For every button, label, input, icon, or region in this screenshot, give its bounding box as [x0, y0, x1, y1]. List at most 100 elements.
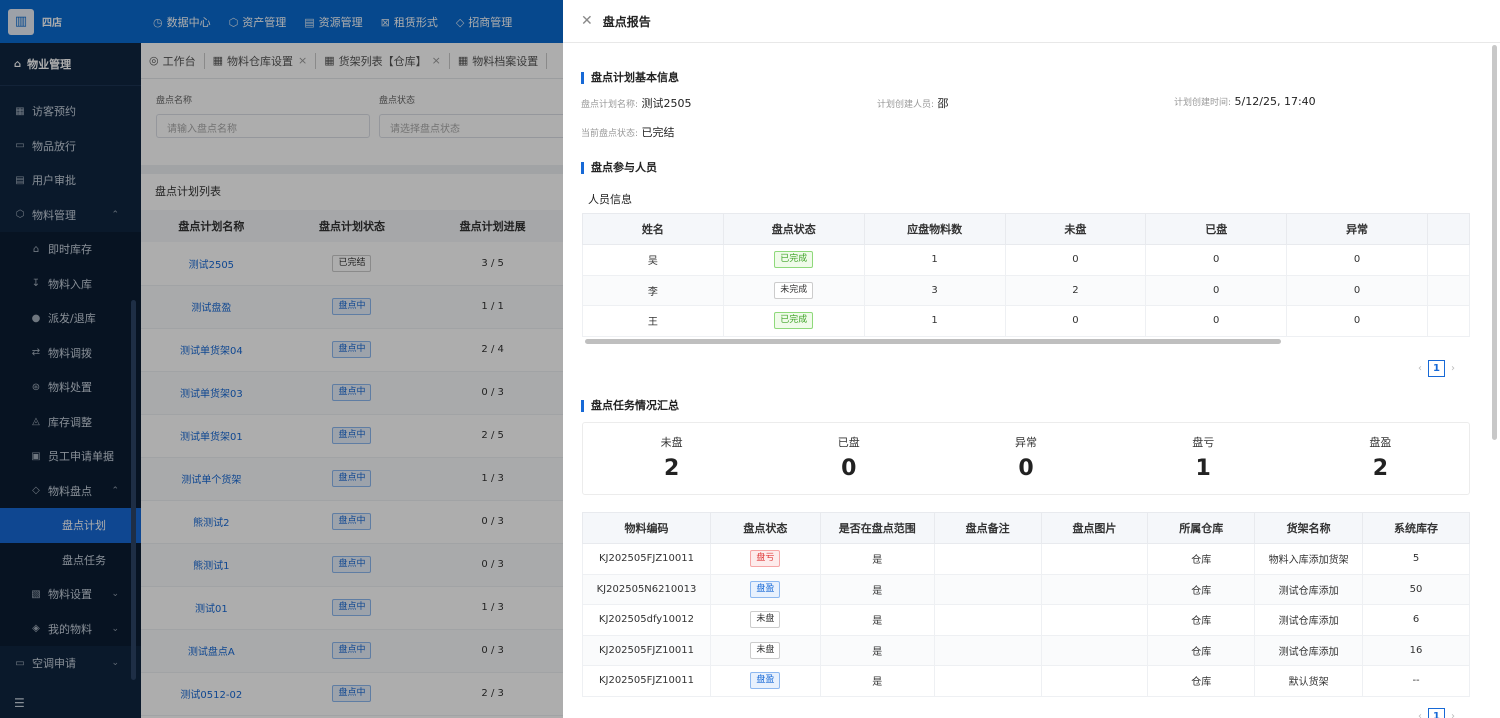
table-row: KJ202505FJZ10011 盘亏 是 仓库 物料入库添加货架 5: [582, 543, 1470, 575]
plan-name-field: 盘点计划名称: 测试2505: [581, 97, 692, 110]
column-header: 应盘物料数: [863, 213, 1006, 245]
name-cell: 吴: [582, 244, 724, 276]
summary-cell: 异常 0: [937, 423, 1114, 494]
summary-cell: 已盘 0: [760, 423, 937, 494]
next-page-icon[interactable]: ›: [1451, 711, 1455, 718]
overflow-cell: [1426, 305, 1471, 337]
prev-page-icon[interactable]: ‹: [1418, 711, 1422, 718]
shelf-cell: 默认货架: [1254, 665, 1364, 697]
warehouse-cell: 仓库: [1147, 634, 1256, 666]
section-basic-info: 盘点计划基本信息: [581, 72, 679, 84]
pending-cell: 0: [1004, 305, 1147, 337]
status-badge: 已完成: [774, 251, 814, 269]
image-cell: [1040, 573, 1149, 605]
status-cell: 盘盈: [709, 573, 821, 605]
code-cell: KJ202505N6210013: [582, 573, 711, 605]
shelf-cell: 测试仓库添加: [1254, 604, 1364, 636]
summary-cell: 盘盈 2: [1292, 423, 1469, 494]
column-header: 货架名称: [1254, 512, 1364, 544]
image-cell: [1040, 543, 1149, 575]
status-badge: 未盘: [750, 641, 781, 659]
summary-cell: 未盘 2: [583, 423, 760, 494]
summary-cell: 盘亏 1: [1115, 423, 1292, 494]
page-number[interactable]: 1: [1428, 708, 1445, 718]
name-cell: 王: [582, 305, 724, 337]
summary-card: 未盘 2 已盘 0 异常 0 盘亏 1 盘盈 2: [582, 422, 1470, 495]
prev-page-icon[interactable]: ‹: [1418, 363, 1422, 374]
report-drawer: ✕ 盘点报告 盘点计划基本信息 盘点计划名称: 测试2505 计划创建人员: 邵…: [563, 0, 1500, 718]
status-badge: 已完成: [774, 312, 814, 330]
stock-cell: --: [1362, 665, 1470, 697]
image-cell: [1040, 604, 1149, 636]
participants-table: 姓名 盘点状态 应盘物料数 未盘 已盘 异常 吴已完成 1 0 0 0 李未完成 3 2 0 0 王已完成 1 0…: [582, 213, 1471, 337]
column-header: 盘点状态: [722, 213, 865, 245]
image-cell: [1040, 634, 1149, 666]
status-cell: 盘亏: [709, 543, 821, 575]
remark-cell: [933, 634, 1042, 666]
stock-cell: 50: [1362, 573, 1470, 605]
in-scope-cell: 是: [819, 543, 935, 575]
overflow-cell: [1426, 274, 1471, 306]
code-cell: KJ202505FJZ10011: [582, 634, 711, 666]
section-participants: 盘点参与人员: [581, 162, 657, 174]
remark-cell: [933, 543, 1042, 575]
drawer-scrollbar[interactable]: [1492, 45, 1497, 440]
column-header-overflow: [1426, 213, 1471, 245]
status-cell: 已完成: [722, 244, 865, 276]
in-scope-cell: 是: [819, 573, 935, 605]
table-row: KJ202505N6210013 盘盈 是 仓库 测试仓库添加 50: [582, 573, 1470, 605]
drawer-header: ✕ 盘点报告: [563, 0, 1500, 43]
in-scope-cell: 是: [819, 604, 935, 636]
column-header: 盘点状态: [709, 512, 821, 544]
column-header: 未盘: [1004, 213, 1147, 245]
warehouse-cell: 仓库: [1147, 573, 1256, 605]
overflow-cell: [1426, 244, 1471, 276]
created-time-field: 计划创建时间: 5/12/25, 17:40: [1174, 95, 1316, 108]
remark-cell: [933, 573, 1042, 605]
status-cell: 未盘: [709, 634, 821, 666]
code-cell: KJ202505FJZ10011: [582, 665, 711, 697]
close-icon[interactable]: ✕: [581, 13, 593, 29]
done-cell: 0: [1145, 244, 1288, 276]
status-cell: 未完成: [722, 274, 865, 306]
column-header: 已盘: [1145, 213, 1288, 245]
drawer-title: 盘点报告: [602, 14, 651, 29]
stock-cell: 16: [1362, 634, 1470, 666]
horizontal-scrollbar[interactable]: [585, 339, 1281, 344]
total-cell: 1: [863, 305, 1006, 337]
table-row: KJ202505dfy10012 未盘 是 仓库 测试仓库添加 6: [582, 604, 1470, 636]
total-cell: 3: [863, 274, 1006, 306]
table-row: KJ202505FJZ10011 盘盈 是 仓库 默认货架 --: [582, 665, 1470, 697]
remark-cell: [933, 604, 1042, 636]
column-header: 所属仓库: [1147, 512, 1256, 544]
shelf-cell: 物料入库添加货架: [1254, 543, 1364, 575]
name-cell: 李: [582, 274, 724, 306]
done-cell: 0: [1145, 274, 1288, 306]
page-number[interactable]: 1: [1428, 360, 1445, 377]
warehouse-cell: 仓库: [1147, 543, 1256, 575]
next-page-icon[interactable]: ›: [1451, 363, 1455, 374]
status-badge: 未完成: [774, 281, 814, 299]
total-cell: 1: [863, 244, 1006, 276]
stock-cell: 5: [1362, 543, 1470, 575]
summary-label: 异常: [1015, 436, 1037, 449]
drawer-mask[interactable]: [0, 0, 563, 718]
summary-value: 2: [663, 456, 680, 481]
summary-value: 0: [841, 456, 857, 481]
summary-label: 已盘: [837, 436, 860, 449]
in-scope-cell: 是: [819, 665, 935, 697]
status-cell: 已完成: [722, 305, 865, 337]
creator-field: 计划创建人员: 邵: [877, 97, 949, 110]
status-cell: 盘盈: [709, 665, 821, 697]
status-badge: 未盘: [750, 611, 781, 629]
shelf-cell: 测试仓库添加: [1254, 634, 1364, 666]
pending-cell: 2: [1004, 274, 1147, 306]
table-row: 吴已完成 1 0 0 0: [582, 244, 1471, 276]
column-header: 盘点图片: [1040, 512, 1149, 544]
abnormal-cell: 0: [1286, 305, 1428, 337]
column-header: 异常: [1286, 213, 1428, 245]
tasks-table: 物料编码 盘点状态 是否在盘点范围 盘点备注 盘点图片 所属仓库 货架名称 系统库存 KJ20…: [582, 512, 1470, 697]
summary-value: 2: [1372, 456, 1389, 481]
warehouse-cell: 仓库: [1147, 604, 1256, 636]
shelf-cell: 测试仓库添加: [1254, 573, 1364, 605]
